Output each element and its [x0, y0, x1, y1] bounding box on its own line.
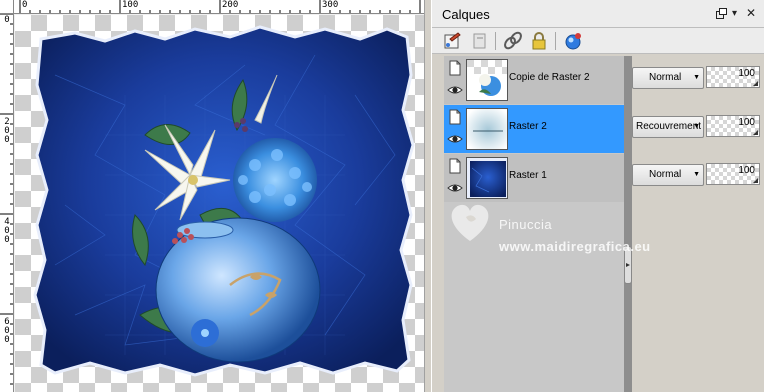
toolbar-divider: [555, 32, 556, 50]
new-layer-icon[interactable]: [442, 30, 464, 52]
opacity-value: 100: [738, 68, 755, 79]
chevron-down-icon: ▼: [693, 123, 700, 130]
layer-list: Copie de Raster 2 Raster 2 Raster 1: [444, 56, 624, 392]
toolbar-divider: [495, 32, 496, 50]
visibility-eye-icon[interactable]: [446, 179, 464, 197]
chevron-down-icon: ▼: [693, 171, 700, 178]
opacity-slider-icon[interactable]: [753, 81, 758, 86]
image-canvas-pane: 0 100 200 300 0 200 400 600: [0, 0, 424, 392]
layers-panel: Calques ▾ ✕ Copie de Raster 2 Raster 2 R…: [432, 0, 764, 392]
ruler-label: 0: [4, 15, 10, 25]
layer-thumbnail: [466, 157, 508, 199]
link-icon[interactable]: [502, 30, 524, 52]
ruler-label: 600: [4, 317, 10, 345]
panel-title: Calques: [442, 7, 490, 22]
opacity-field[interactable]: 100: [706, 66, 760, 88]
ruler-label: 200: [222, 0, 239, 10]
blend-mode-select[interactable]: Normal ▼: [632, 164, 704, 186]
scrollbar-thumb[interactable]: [624, 246, 632, 284]
ruler-label: 200: [4, 117, 10, 145]
opacity-field[interactable]: 100: [706, 163, 760, 185]
horizontal-ruler: 0 100 200 300: [14, 0, 424, 14]
opacity-value: 100: [738, 165, 755, 176]
layer-properties: Normal ▼ 100 Recouvrement ▼ 100 Normal ▼ 10…: [632, 56, 764, 392]
layer-type-icon: [446, 108, 464, 126]
close-icon[interactable]: ✕: [746, 6, 756, 20]
opacity-slider-icon[interactable]: [753, 130, 758, 135]
layers-toolbar: [432, 28, 764, 54]
mask-icon[interactable]: [562, 30, 584, 52]
ruler-label: 400: [4, 217, 10, 245]
blend-mode-value: Normal: [649, 169, 682, 180]
layer-thumbnail: [466, 59, 508, 101]
ruler-corner: [0, 0, 14, 14]
layer-row-raster-2[interactable]: Raster 2: [444, 105, 624, 153]
blend-mode-select[interactable]: Normal ▼: [632, 67, 704, 89]
opacity-field[interactable]: 100: [706, 115, 760, 137]
float-icon[interactable]: [716, 8, 727, 22]
layer-list-scrollbar[interactable]: [624, 56, 632, 392]
ruler-label: 100: [122, 0, 139, 10]
menu-icon[interactable]: ▾: [732, 8, 737, 19]
panel-splitter[interactable]: [424, 0, 432, 392]
chevron-down-icon: ▼: [693, 74, 700, 81]
artwork-image: [33, 25, 415, 377]
ruler-label: 0: [22, 0, 28, 10]
visibility-eye-icon[interactable]: [446, 81, 464, 99]
layer-type-icon: [446, 59, 464, 77]
blend-mode-value: Recouvrement: [636, 121, 702, 132]
blend-mode-select[interactable]: Recouvrement ▼: [632, 116, 704, 138]
layer-name: Raster 1: [509, 170, 547, 181]
duplicate-layer-icon[interactable]: [468, 30, 490, 52]
layer-name: Raster 2: [509, 121, 547, 132]
image-canvas[interactable]: [15, 15, 424, 392]
layer-name: Copie de Raster 2: [509, 72, 590, 83]
blend-mode-value: Normal: [649, 72, 682, 83]
ruler-label: 300: [322, 0, 339, 10]
vertical-ruler: 0 200 400 600: [0, 14, 14, 392]
panel-title-bar: Calques ▾ ✕: [432, 0, 764, 28]
layer-thumbnail: [466, 108, 508, 150]
opacity-slider-icon[interactable]: [753, 178, 758, 183]
layer-type-icon: [446, 157, 464, 175]
visibility-eye-icon[interactable]: [446, 130, 464, 148]
layer-row-raster-1[interactable]: Raster 1: [444, 154, 624, 202]
opacity-value: 100: [738, 117, 755, 128]
lock-icon[interactable]: [528, 30, 550, 52]
layer-row-copie-de-raster-2[interactable]: Copie de Raster 2: [444, 56, 624, 104]
